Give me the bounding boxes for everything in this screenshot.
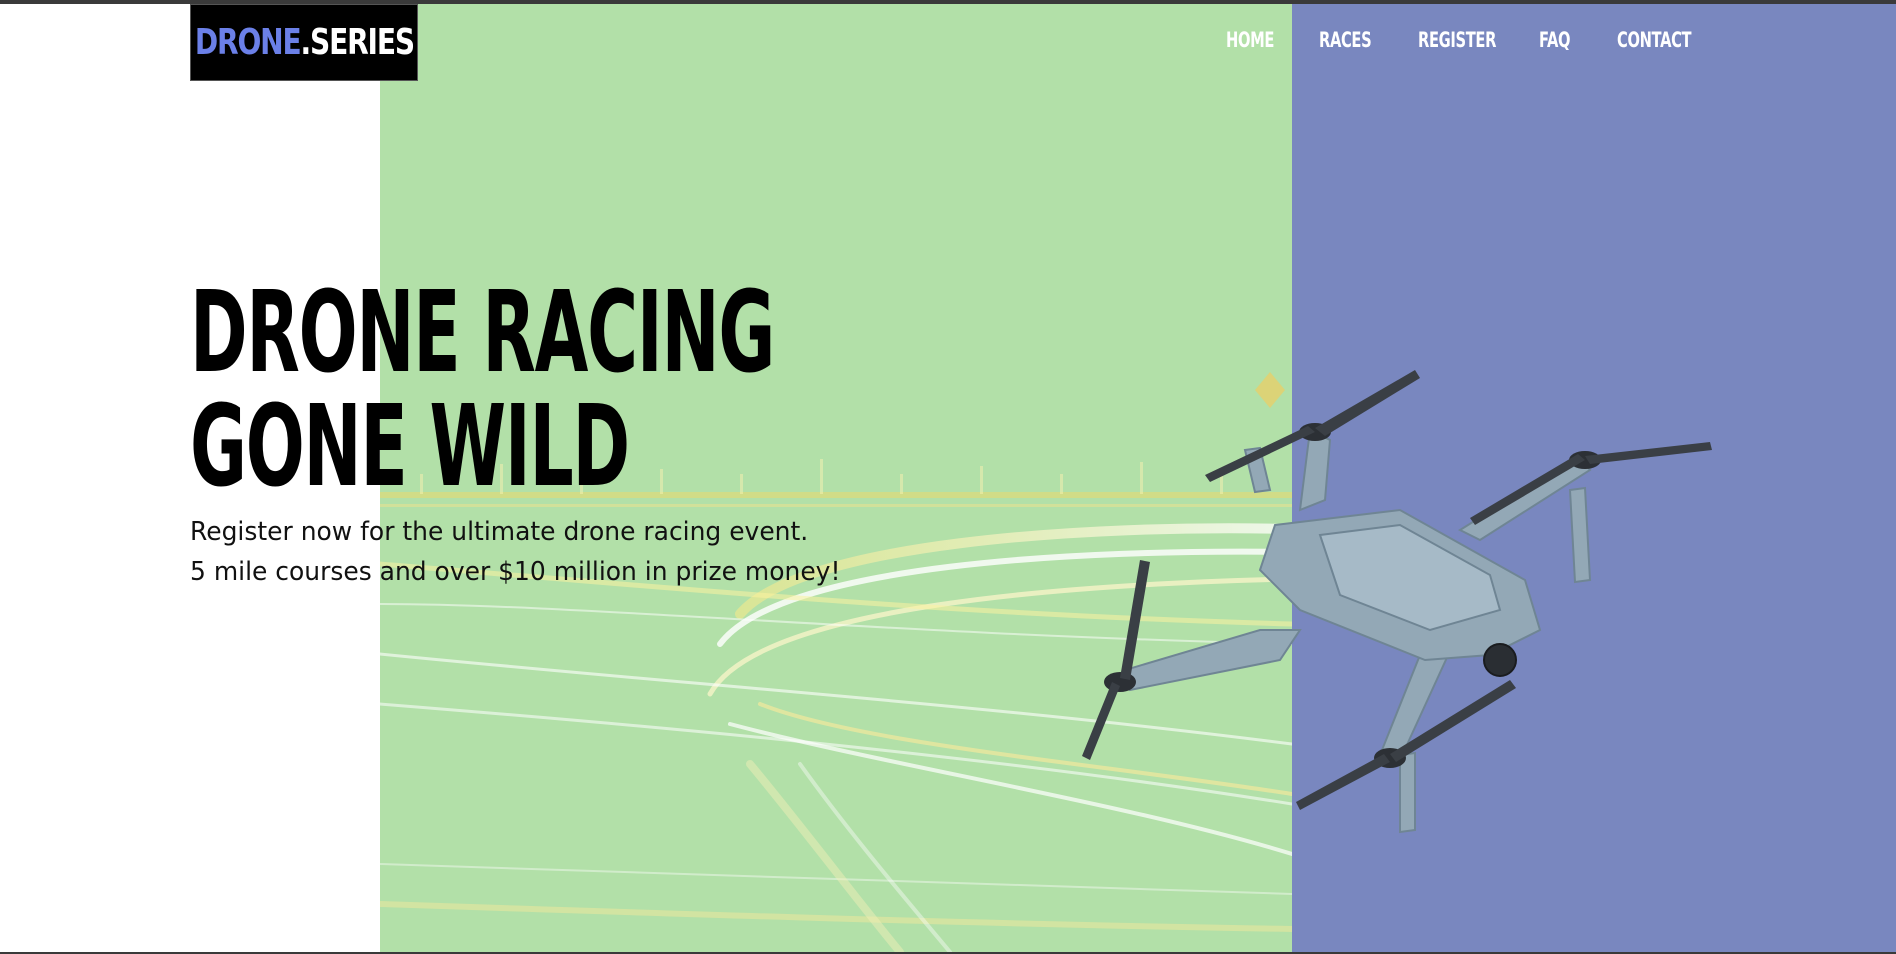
logo-part-drone: DRONE [194, 22, 301, 63]
nav-races-label: RACES [1319, 28, 1372, 52]
nav-register[interactable]: REGISTER [1418, 28, 1530, 52]
nav-races[interactable]: RACES [1319, 28, 1394, 52]
hero-headline-line-2: GONE WILD [190, 382, 630, 512]
hero-headline: DRONE RACING GONE WILD [190, 276, 1132, 504]
site-logo[interactable]: DRONE.SERIES [190, 4, 418, 81]
nav-home-label: HOME [1226, 28, 1275, 52]
nav-faq-label: FAQ [1539, 28, 1571, 52]
hero-subtext-line-2: 5 mile courses and over $10 million in p… [190, 557, 841, 587]
nav-contact-label: CONTACT [1617, 28, 1692, 52]
nav-faq[interactable]: FAQ [1539, 28, 1584, 52]
nav-register-label: REGISTER [1418, 28, 1497, 52]
drone-icon [1082, 370, 1712, 834]
hero-subtext: Register now for the ultimate drone raci… [190, 512, 868, 592]
hero-headline-line-1: DRONE RACING [190, 268, 775, 398]
logo-part-series: .SERIES [300, 22, 415, 63]
hero-subtext-line-1: Register now for the ultimate drone raci… [190, 517, 809, 547]
nav-home[interactable]: HOME [1226, 28, 1295, 52]
nav-contact[interactable]: CONTACT [1617, 28, 1723, 52]
